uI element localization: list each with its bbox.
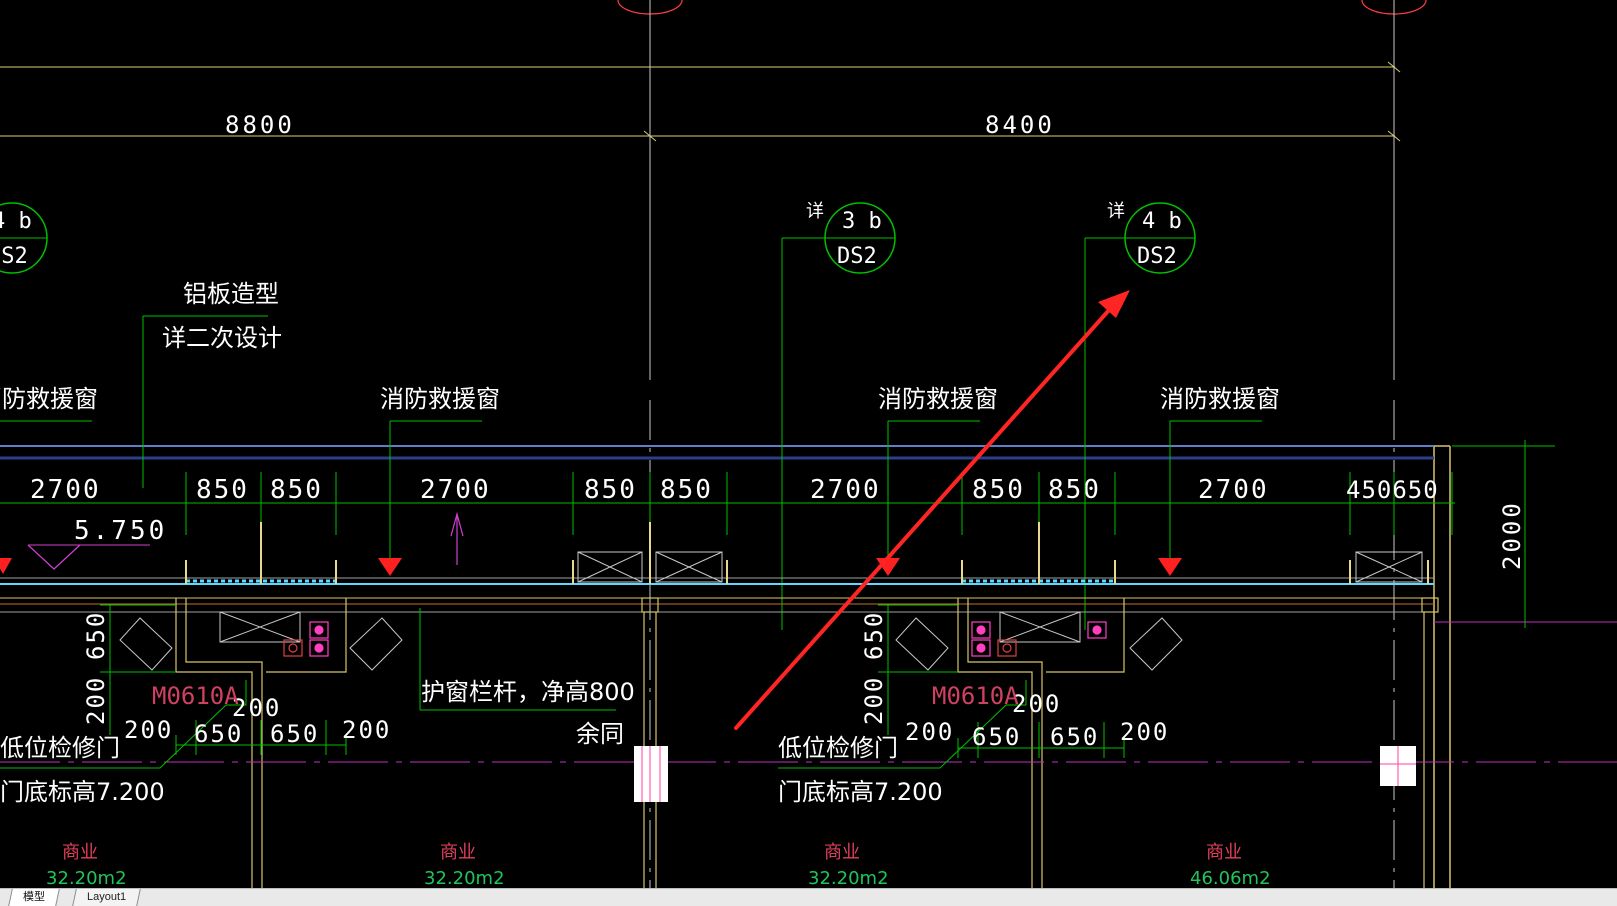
svg-text:200: 200 — [1012, 690, 1061, 718]
segment-text: 850 — [972, 475, 1025, 505]
svg-text:4 b: 4 b — [0, 209, 32, 234]
svg-text:消防救援窗: 消防救援窗 — [878, 385, 998, 413]
svg-text:DS2: DS2 — [1137, 244, 1177, 269]
svg-text:DS2: DS2 — [837, 244, 877, 269]
segment-text: 850 — [270, 475, 323, 505]
svg-text:32.20m2: 32.20m2 — [46, 868, 127, 888]
svg-text:200: 200 — [905, 718, 954, 746]
svg-text:M0610A: M0610A — [932, 682, 1019, 710]
segment-text: 850 — [660, 475, 713, 505]
segment-text: 450650 — [1346, 476, 1439, 504]
svg-text:商业: 商业 — [824, 842, 860, 863]
segment-text: 2700 — [420, 475, 491, 505]
tab-layout1[interactable]: Layout1 — [72, 889, 141, 906]
svg-text:详: 详 — [1107, 201, 1125, 222]
svg-text:低位检修门: 低位检修门 — [0, 734, 120, 762]
svg-text:200: 200 — [232, 694, 281, 722]
svg-text:200: 200 — [342, 716, 391, 744]
svg-text:200: 200 — [124, 716, 173, 744]
svg-text:3 b: 3 b — [842, 209, 882, 234]
svg-text:650: 650 — [860, 611, 888, 660]
level-text: 5.750 — [74, 516, 167, 546]
svg-text:详: 详 — [806, 201, 824, 222]
dim-8400: 8400 — [985, 111, 1055, 139]
svg-text:M0610A: M0610A — [152, 682, 239, 710]
svg-text:650: 650 — [972, 723, 1021, 751]
svg-text:4 b: 4 b — [1142, 209, 1182, 234]
svg-text:32.20m2: 32.20m2 — [424, 868, 505, 888]
svg-text:32.20m2: 32.20m2 — [808, 868, 889, 888]
segment-text: 2700 — [30, 475, 101, 505]
svg-text:护窗栏杆，净高800: 护窗栏杆，净高800 — [421, 678, 635, 706]
svg-text:详二次设计: 详二次设计 — [162, 324, 282, 352]
svg-text:200: 200 — [860, 676, 888, 725]
svg-text:消防救援窗: 消防救援窗 — [380, 385, 500, 413]
segment-text: 2700 — [1198, 475, 1269, 505]
svg-text:商业: 商业 — [1206, 842, 1242, 863]
tab-model-label: 模型 — [23, 891, 45, 903]
tab-model[interactable]: 模型 — [8, 889, 60, 906]
svg-text:200: 200 — [82, 676, 110, 725]
svg-text:铝板造型: 铝板造型 — [183, 280, 279, 308]
segment-text: 850 — [584, 475, 637, 505]
svg-text:余同: 余同 — [576, 720, 624, 748]
svg-text:消防救援窗: 消防救援窗 — [1160, 385, 1280, 413]
dim-8800: 8800 — [225, 111, 295, 139]
dim-2000: 2000 — [1498, 500, 1526, 570]
layout-tab-bar: 模型 Layout1 — [0, 888, 1617, 906]
svg-text:门底标高7.200: 门底标高7.200 — [0, 778, 165, 806]
svg-text:46.06m2: 46.06m2 — [1190, 868, 1271, 888]
svg-text:650: 650 — [1050, 723, 1099, 751]
svg-text:消防救援窗: 消防救援窗 — [0, 385, 98, 413]
svg-text:商业: 商业 — [62, 842, 98, 863]
svg-text:200: 200 — [1120, 718, 1169, 746]
segment-text: 850 — [1048, 475, 1101, 505]
svg-text:650: 650 — [270, 720, 319, 748]
svg-text:650: 650 — [194, 720, 243, 748]
tab-layout1-label: Layout1 — [87, 891, 127, 903]
segment-text: 2700 — [810, 475, 881, 505]
svg-text:商业: 商业 — [440, 842, 476, 863]
cad-drawing-canvas[interactable]: 8800 8400 2000 2700 850 850 2700 850 850… — [0, 0, 1617, 888]
segment-text: 850 — [196, 475, 249, 505]
svg-text:门底标高7.200: 门底标高7.200 — [778, 778, 943, 806]
svg-text:低位检修门: 低位检修门 — [778, 734, 898, 762]
svg-text:DS2: DS2 — [0, 244, 28, 269]
svg-text:650: 650 — [82, 611, 110, 660]
